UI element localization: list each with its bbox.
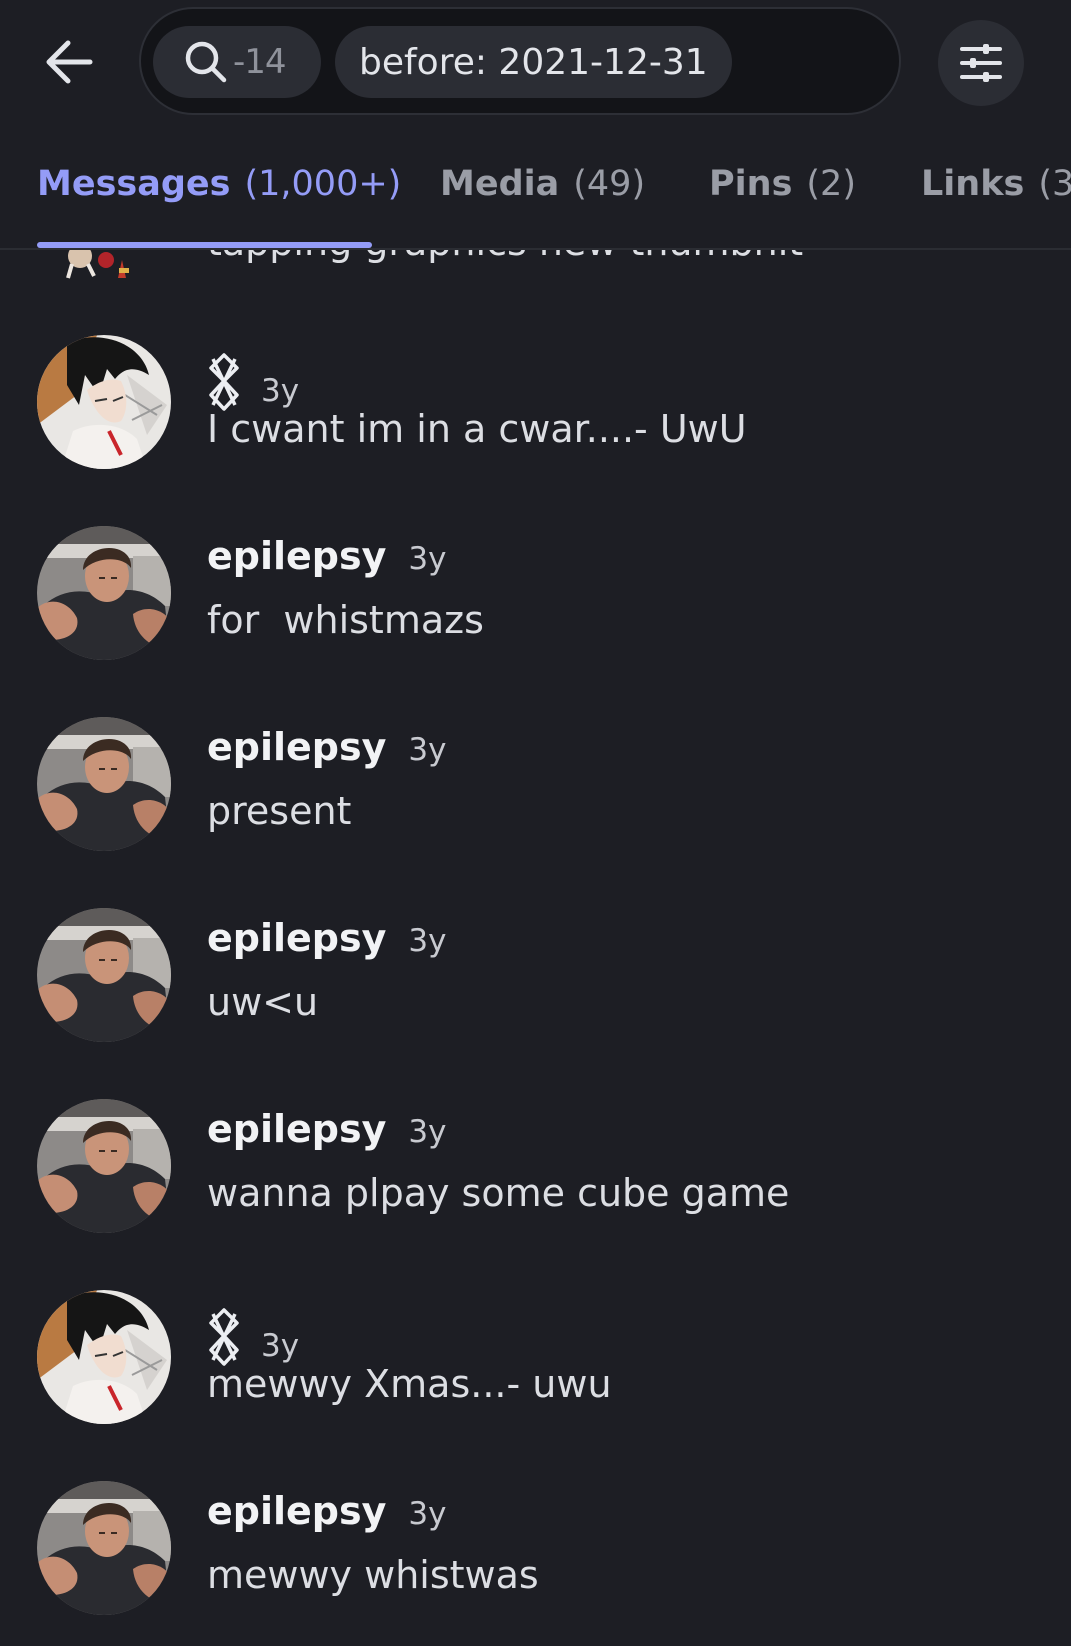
author-name[interactable]: epilepsy: [207, 534, 386, 578]
arrow-left-icon: [46, 40, 93, 84]
message-row[interactable]: epilepsy 3y uw<u: [0, 908, 1071, 1098]
tab-media-count: (49): [573, 164, 646, 204]
tab-links-count: (3: [1038, 164, 1071, 204]
message-content: uw<u: [207, 980, 319, 1024]
avatar[interactable]: [37, 1099, 171, 1233]
rune-icon: [209, 353, 239, 411]
message-timestamp: 3y: [408, 923, 447, 959]
partial-message-text: tapping graphics new thumbnit: [207, 250, 803, 264]
author-name[interactable]: epilepsy: [207, 725, 386, 769]
photo-avatar: [37, 526, 171, 660]
search-results-list[interactable]: tapping graphics new thumbnit 3y I cwant…: [0, 250, 1071, 1646]
search-icon: [185, 41, 227, 83]
sliders-icon: [960, 44, 1002, 82]
message-row[interactable]: epilepsy 3y present: [0, 717, 1071, 907]
tab-links[interactable]: Links (3: [921, 164, 1071, 204]
avatar[interactable]: [37, 1481, 171, 1615]
search-input[interactable]: -14 before: 2021-12-31: [139, 7, 901, 115]
tab-media-label: Media: [440, 164, 560, 204]
message-header: 3y: [207, 343, 300, 411]
tab-messages-label: Messages: [37, 164, 231, 204]
search-header: -14 before: 2021-12-31: [0, 0, 1071, 128]
message-row[interactable]: epilepsy 3y for whistmazs: [0, 526, 1071, 716]
message-header: epilepsy 3y: [207, 1107, 446, 1151]
message-content: wanna plpay some cube game: [207, 1171, 790, 1215]
filter-button[interactable]: [938, 20, 1024, 106]
message-content: present: [207, 789, 352, 833]
message-timestamp: 3y: [408, 732, 447, 768]
message-header: 3y: [207, 1298, 300, 1366]
message-header: epilepsy 3y: [207, 534, 446, 578]
message-content: I cwant im in a cwar....- UwU: [207, 407, 747, 451]
author-name[interactable]: epilepsy: [207, 1489, 386, 1533]
tab-messages[interactable]: Messages (1,000+): [37, 164, 401, 204]
active-tab-indicator: [37, 242, 372, 248]
avatar[interactable]: [37, 1290, 171, 1424]
message-header: epilepsy 3y: [207, 725, 446, 769]
photo-avatar: [37, 717, 171, 851]
message-row[interactable]: 3y I cwant im in a cwar....- UwU: [0, 335, 1071, 525]
message-content: mewwy whistwas: [207, 1553, 539, 1597]
search-query-chip[interactable]: -14: [153, 26, 321, 98]
tab-pins-count: (2): [806, 164, 856, 204]
partial-message-row[interactable]: tapping graphics new thumbnit: [0, 250, 1071, 280]
message-content: for whistmazs: [207, 598, 484, 642]
tab-pins[interactable]: Pins (2): [709, 164, 856, 204]
message-row[interactable]: epilepsy 3y wanna plpay some cube game: [0, 1099, 1071, 1289]
avatar[interactable]: [37, 335, 171, 469]
anime-avatar: [37, 335, 171, 469]
search-query-fragment: -14: [233, 42, 287, 82]
message-header: epilepsy 3y: [207, 916, 446, 960]
message-row[interactable]: epilepsy 3y mewwy whistwas: [0, 1481, 1071, 1646]
avatar[interactable]: [37, 908, 171, 1042]
message-timestamp: 3y: [261, 373, 300, 409]
date-filter-chip[interactable]: before: 2021-12-31: [335, 26, 732, 98]
photo-avatar: [37, 1099, 171, 1233]
partial-avatar: [66, 250, 129, 279]
result-tabs: Messages (1,000+) Media (49) Pins (2) Links…: [0, 150, 1071, 250]
message-timestamp: 3y: [408, 541, 447, 577]
avatar[interactable]: [37, 717, 171, 851]
message-timestamp: 3y: [261, 1328, 300, 1364]
tab-links-label: Links: [921, 164, 1025, 204]
anime-avatar: [37, 1290, 171, 1424]
message-content: mewwy Xmas...- uwu: [207, 1362, 612, 1406]
rune-icon: [209, 1308, 239, 1366]
message-row[interactable]: 3y mewwy Xmas...- uwu: [0, 1290, 1071, 1480]
author-name[interactable]: epilepsy: [207, 1107, 386, 1151]
message-timestamp: 3y: [408, 1114, 447, 1150]
back-button[interactable]: [34, 26, 106, 98]
photo-avatar: [37, 1481, 171, 1615]
tab-messages-count: (1,000+): [244, 164, 402, 204]
tab-pins-label: Pins: [709, 164, 793, 204]
message-timestamp: 3y: [408, 1496, 447, 1532]
avatar[interactable]: [37, 526, 171, 660]
author-name[interactable]: epilepsy: [207, 916, 386, 960]
photo-avatar: [37, 908, 171, 1042]
tab-media[interactable]: Media (49): [440, 164, 645, 204]
message-header: epilepsy 3y: [207, 1489, 446, 1533]
